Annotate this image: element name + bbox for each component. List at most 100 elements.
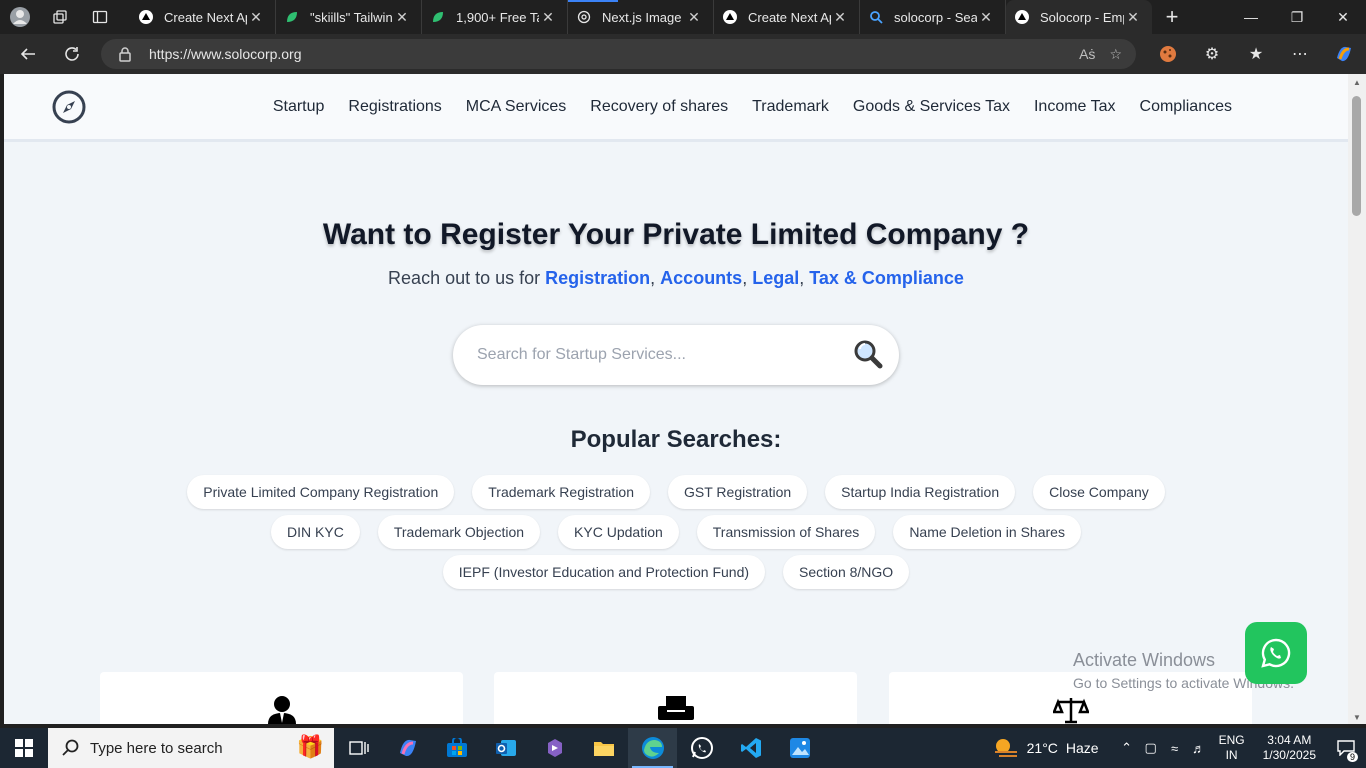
scales-icon <box>889 696 1252 724</box>
popular-search-chip[interactable]: Private Limited Company Registration <box>187 475 455 509</box>
nav-link[interactable]: Registrations <box>348 98 441 116</box>
close-tab-icon[interactable]: ✕ <box>539 9 557 26</box>
close-tab-icon[interactable]: ✕ <box>393 9 411 26</box>
scroll-up-arrow-icon[interactable]: ▲ <box>1348 78 1366 87</box>
popular-search-chip[interactable]: IEPF (Investor Education and Protection … <box>442 555 766 589</box>
url-text[interactable]: https://www.solocorp.org <box>149 46 1079 62</box>
tab-title: "skiills" Tailwind <box>310 9 393 25</box>
popular-search-chip[interactable]: Close Company <box>1033 475 1165 509</box>
restore-icon[interactable]: ❐ <box>1274 0 1320 34</box>
outlook-icon[interactable] <box>481 728 530 768</box>
vscode-icon[interactable] <box>726 728 775 768</box>
read-aloud-icon[interactable]: Aṡ <box>1079 46 1095 63</box>
tab-title: 1,900+ Free Tailwind <box>456 9 539 25</box>
nav-link[interactable]: Goods & Services Tax <box>853 98 1010 116</box>
close-tab-icon[interactable]: ✕ <box>831 9 849 26</box>
cookie-extension-icon[interactable] <box>1146 45 1190 63</box>
browser-tab[interactable]: Create Next App✕ <box>130 0 276 34</box>
whatsapp-button[interactable] <box>1245 622 1307 684</box>
nav-link[interactable]: Compliances <box>1140 98 1232 116</box>
nav-link[interactable]: MCA Services <box>466 98 566 116</box>
back-arrow-icon[interactable] <box>6 34 50 74</box>
extensions-icon[interactable]: ⚙ <box>1190 44 1234 64</box>
whatsapp-app-icon[interactable] <box>677 728 726 768</box>
service-card[interactable] <box>100 672 463 724</box>
browser-tab[interactable]: Next.js Image Handling✕ <box>568 0 714 34</box>
page-scrollbar[interactable]: ▲ ▼ <box>1348 74 1366 724</box>
edge-browser-icon[interactable] <box>628 728 677 768</box>
language-indicator[interactable]: ENG IN <box>1219 733 1245 763</box>
compass-logo-icon[interactable] <box>52 90 86 129</box>
popular-search-chip[interactable]: KYC Updation <box>558 515 679 549</box>
openai-icon <box>576 9 592 25</box>
popular-search-chip[interactable]: Trademark Objection <box>377 515 541 549</box>
new-tab-button[interactable]: + <box>1152 0 1192 34</box>
lock-icon[interactable] <box>101 46 149 62</box>
nav-link[interactable]: Income Tax <box>1034 98 1116 116</box>
address-bar[interactable]: https://www.solocorp.org Aṡ ☆ <box>101 39 1136 69</box>
visual-studio-icon[interactable] <box>530 728 579 768</box>
tab-title: Next.js Image Handling <box>602 9 685 25</box>
task-view-icon[interactable] <box>334 728 383 768</box>
notification-center-icon[interactable]: 9 <box>1326 740 1366 762</box>
photos-icon[interactable] <box>775 728 824 768</box>
hero-highlight-link[interactable]: Legal <box>752 268 799 288</box>
refresh-icon[interactable] <box>50 34 94 74</box>
more-options-icon[interactable]: ⋯ <box>1278 44 1322 64</box>
hero-highlight-link[interactable]: Accounts <box>660 268 742 288</box>
meet-now-icon[interactable]: ▢ <box>1139 740 1163 756</box>
popular-search-chip[interactable]: Trademark Registration <box>472 475 651 509</box>
browser-tab[interactable]: Create Next App✕ <box>714 0 860 34</box>
minimize-icon[interactable]: — <box>1228 0 1274 34</box>
search-icon <box>62 739 79 756</box>
close-tab-icon[interactable]: ✕ <box>977 9 995 26</box>
weather-widget[interactable]: 21°C Haze <box>993 737 1099 759</box>
favorite-star-icon[interactable]: ☆ <box>1109 46 1122 63</box>
browser-tab[interactable]: "skiills" Tailwind ✕ <box>276 0 422 34</box>
nav-link[interactable]: Trademark <box>752 98 829 116</box>
workspaces-icon[interactable] <box>40 0 80 34</box>
volume-icon[interactable]: ♬ <box>1187 741 1211 756</box>
browser-tab[interactable]: 1,900+ Free Tailwind✕ <box>422 0 568 34</box>
hero-highlight-link[interactable]: Registration <box>545 268 650 288</box>
tab-title: solocorp - Search <box>894 9 977 25</box>
wifi-icon[interactable]: ≈ <box>1163 741 1187 756</box>
popular-search-chip[interactable]: DIN KYC <box>271 515 360 549</box>
system-tray: 21°C Haze ⌃ ▢ ≈ ♬ ENG IN 3:04 AM 1/30/20… <box>993 728 1366 768</box>
scroll-down-arrow-icon[interactable]: ▼ <box>1348 713 1366 722</box>
nav-link[interactable]: Recovery of shares <box>590 98 728 116</box>
copilot-app-icon[interactable] <box>383 728 432 768</box>
sun-haze-icon <box>994 739 1017 757</box>
scroll-thumb[interactable] <box>1352 96 1361 216</box>
hero-highlight-link[interactable]: Tax & Compliance <box>809 268 964 288</box>
chevron-up-icon[interactable]: ⌃ <box>1115 740 1139 756</box>
clock[interactable]: 3:04 AM 1/30/2025 <box>1263 733 1316 763</box>
profile-avatar-icon[interactable] <box>0 0 40 34</box>
popular-search-chip[interactable]: GST Registration <box>668 475 808 509</box>
popular-search-chip[interactable]: Startup India Registration <box>825 475 1016 509</box>
hero-separator: , <box>742 268 753 288</box>
magnifier-icon[interactable] <box>853 339 883 374</box>
file-explorer-icon[interactable] <box>579 728 628 768</box>
nav-link[interactable]: Startup <box>273 98 325 116</box>
popular-search-chip[interactable]: Section 8/NGO <box>783 555 910 589</box>
browser-tab[interactable]: Solocorp - Empowering✕ <box>1006 0 1152 34</box>
copilot-icon[interactable] <box>1322 44 1366 64</box>
weather-condition: Haze <box>1065 740 1099 756</box>
taskbar-search[interactable]: Type here to search 🎁 <box>48 728 334 768</box>
close-tab-icon[interactable]: ✕ <box>1124 9 1142 26</box>
vertical-tabs-icon[interactable] <box>80 0 120 34</box>
close-tab-icon[interactable]: ✕ <box>247 9 265 26</box>
favorites-icon[interactable]: ★ <box>1234 44 1278 64</box>
store-icon[interactable] <box>432 728 481 768</box>
hero-subtitle-prefix: Reach out to us for <box>388 268 546 288</box>
search-input[interactable] <box>477 325 837 385</box>
service-card[interactable] <box>494 672 857 724</box>
region-code: IN <box>1225 748 1238 762</box>
windows-start-icon[interactable] <box>0 728 48 768</box>
browser-tab[interactable]: solocorp - Search✕ <box>860 0 1006 34</box>
close-tab-icon[interactable]: ✕ <box>685 9 703 26</box>
popular-search-chip[interactable]: Name Deletion in Shares <box>893 515 1081 549</box>
close-window-icon[interactable]: ✕ <box>1320 0 1366 34</box>
popular-search-chip[interactable]: Transmission of Shares <box>696 515 876 549</box>
